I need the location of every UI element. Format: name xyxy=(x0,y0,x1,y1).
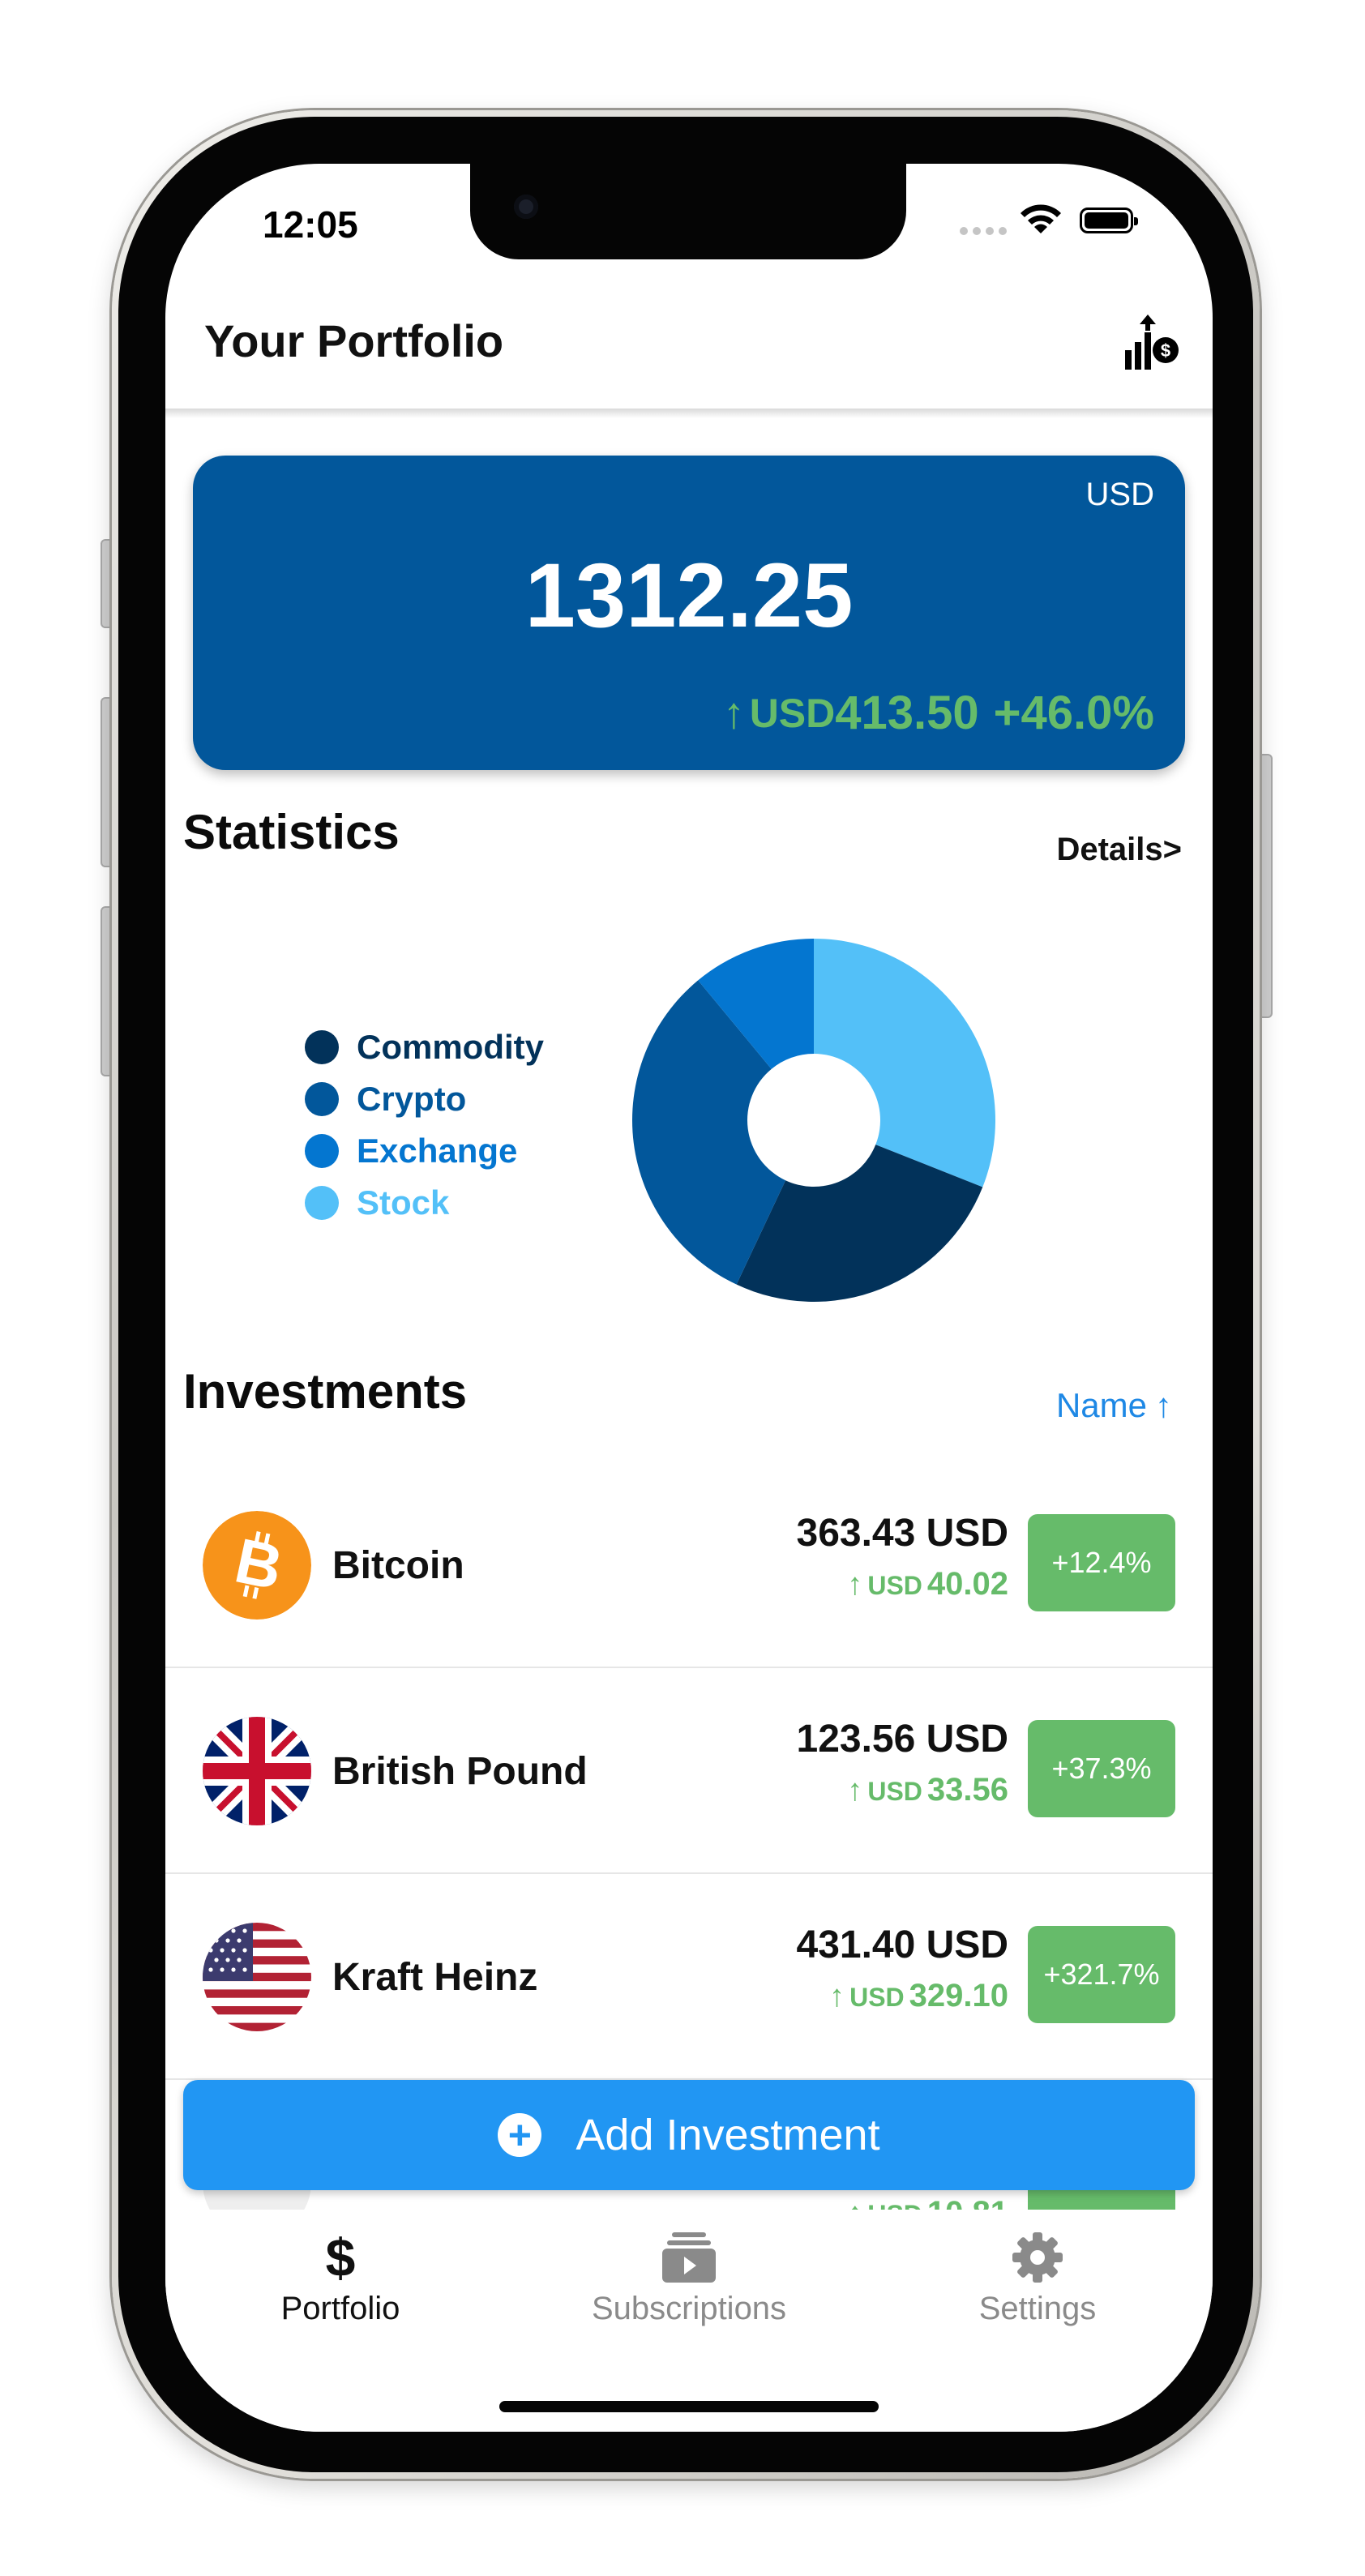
uk-flag-icon xyxy=(203,1717,311,1825)
legend-dot xyxy=(305,1030,339,1064)
status-time: 12:05 xyxy=(263,203,358,246)
page-title: Your Portfolio xyxy=(204,315,504,366)
sort-arrow-icon: ↑ xyxy=(1155,1386,1172,1424)
gear-icon xyxy=(892,2229,1183,2286)
investment-value: 431.40 USD xyxy=(796,1923,1009,1966)
balance-card: USD 1312.25 ↑ USD 413.50 +46.0% xyxy=(193,456,1185,770)
change-amount: 33.56 xyxy=(926,1772,1008,1808)
percent-badge: +321.7% xyxy=(1028,1926,1175,2023)
investment-change: ↑ USD 33.56 xyxy=(847,1772,1008,1808)
app-screen: 12:05 Your Portfolio $ USD 1312.25 ↑ USD… xyxy=(165,164,1213,2432)
statistics-title: Statistics xyxy=(183,805,400,859)
investment-change: ↑ USD 40.02 xyxy=(847,1566,1008,1603)
investments-title: Investments xyxy=(183,1364,468,1419)
donut-slice-stock xyxy=(814,939,995,1187)
legend-label: Stock xyxy=(357,1183,450,1222)
tab-bar: $ Portfolio Subscriptions Settings xyxy=(165,2210,1213,2432)
tab-label: Subscriptions xyxy=(591,2291,787,2326)
tab-settings[interactable]: Settings xyxy=(892,2229,1183,2327)
legend-label: Crypto xyxy=(357,1080,467,1118)
add-investment-label: Add Investment xyxy=(576,2111,880,2159)
plus-icon: + xyxy=(498,2113,542,2157)
arrow-up-icon: ↑ xyxy=(829,1979,845,2013)
legend-dot xyxy=(305,1082,339,1116)
balance-total: 1312.25 xyxy=(524,545,854,646)
bitcoin-icon: B xyxy=(203,1511,311,1620)
cellular-signal-icon xyxy=(960,227,1007,235)
investment-value: 363.43 USD xyxy=(796,1512,1009,1555)
front-camera xyxy=(514,195,538,219)
change-currency: USD xyxy=(867,1777,922,1806)
balance-change-currency: USD xyxy=(749,690,836,736)
sort-by-name-button[interactable]: Name ↑ xyxy=(1056,1386,1172,1425)
investment-name: British Pound xyxy=(332,1750,588,1793)
portfolio-donut-chart xyxy=(631,939,995,1302)
investment-row-kraft-heinz[interactable]: Kraft Heinz 431.40 USD ↑ USD 329.10 +321… xyxy=(165,1874,1213,2080)
legend-dot xyxy=(305,1186,339,1220)
change-amount: 329.10 xyxy=(909,1978,1008,2013)
notch xyxy=(470,164,906,259)
legend-item-commodity: Commodity xyxy=(305,1021,544,1073)
chart-legend: Commodity Crypto Exchange Stock xyxy=(305,1021,544,1229)
investment-row-bitcoin[interactable]: B Bitcoin 363.43 USD ↑ USD 40.02 +12.4% xyxy=(165,1462,1213,1668)
sort-label: Name xyxy=(1055,1386,1147,1424)
legend-dot xyxy=(305,1134,339,1168)
tab-subscriptions[interactable]: Subscriptions xyxy=(543,2229,835,2327)
add-investment-button[interactable]: + Add Investment xyxy=(183,2080,1195,2190)
subscriptions-icon xyxy=(543,2229,835,2286)
tab-label: Settings xyxy=(978,2291,1097,2326)
tab-portfolio[interactable]: $ Portfolio xyxy=(195,2227,486,2327)
home-indicator xyxy=(499,2401,879,2412)
investment-change: ↑ USD 329.10 xyxy=(829,1978,1008,2014)
legend-label: Exchange xyxy=(357,1132,518,1170)
legend-item-exchange: Exchange xyxy=(305,1125,544,1177)
arrow-up-icon: ↑ xyxy=(847,1774,863,1808)
tab-label: Portfolio xyxy=(280,2291,400,2326)
arrow-up-icon: ↑ xyxy=(722,688,745,738)
legend-item-stock: Stock xyxy=(305,1177,544,1229)
details-link[interactable]: Details> xyxy=(1056,832,1182,868)
change-currency: USD xyxy=(867,1571,922,1600)
battery-icon xyxy=(1080,208,1138,233)
balance-change-percent: +46.0% xyxy=(993,687,1154,739)
investment-value: 123.56 USD xyxy=(796,1718,1009,1761)
investment-name: Bitcoin xyxy=(332,1544,464,1587)
percent-badge: +37.3% xyxy=(1028,1720,1175,1817)
balance-currency: USD xyxy=(1085,477,1154,512)
us-flag-icon xyxy=(203,1923,311,2031)
power-button xyxy=(1258,754,1273,1018)
investment-row-british-pound[interactable]: British Pound 123.56 USD ↑ USD 33.56 +37… xyxy=(165,1668,1213,1874)
arrow-up-icon: ↑ xyxy=(847,1568,863,1602)
legend-item-crypto: Crypto xyxy=(305,1073,544,1125)
balance-change-amount: 413.50 xyxy=(835,687,979,739)
balance-change: ↑ USD 413.50 +46.0% xyxy=(723,686,1154,740)
legend-label: Commodity xyxy=(357,1028,544,1066)
header-divider xyxy=(165,409,1213,418)
wifi-icon xyxy=(1021,204,1061,233)
chart-dollar-icon[interactable]: $ xyxy=(1122,313,1183,374)
svg-text:$: $ xyxy=(1161,340,1170,361)
dollar-icon: $ xyxy=(325,2227,356,2287)
change-amount: 40.02 xyxy=(926,1566,1008,1602)
change-currency: USD xyxy=(849,1983,905,2012)
investment-name: Kraft Heinz xyxy=(332,1956,538,1999)
percent-badge: +12.4% xyxy=(1028,1514,1175,1611)
